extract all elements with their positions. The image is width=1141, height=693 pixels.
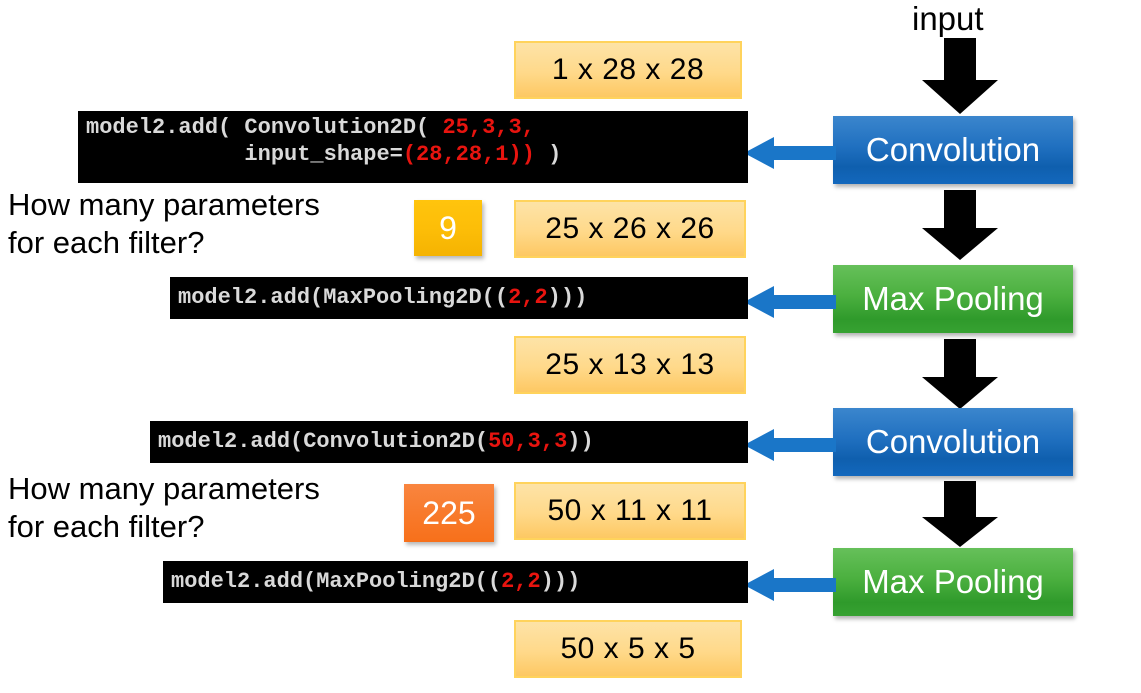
question-text-1: How many parameters for each filter? bbox=[8, 187, 320, 260]
flow-arrow-down-3 bbox=[922, 481, 998, 547]
code-block-convolution-1: model2.add( Convolution2D( 25,3,3, input… bbox=[78, 111, 748, 183]
callout-arrow-maxpooling-2 bbox=[744, 569, 836, 601]
code-text: model2.add(Convolution2D( bbox=[158, 428, 489, 454]
layer-label: Max Pooling bbox=[862, 563, 1044, 600]
input-label: input bbox=[912, 0, 984, 37]
layer-box-maxpooling-1[interactable]: Max Pooling bbox=[833, 265, 1073, 333]
code-text: ) bbox=[534, 141, 562, 167]
callout-arrow-maxpooling-1 bbox=[744, 286, 836, 318]
flow-arrow-down-1 bbox=[922, 190, 998, 260]
code-block-convolution-2: model2.add(Convolution2D(50,3,3)) bbox=[150, 421, 748, 463]
tensor-shape-label: 25 x 26 x 26 bbox=[545, 212, 715, 245]
callout-arrow-convolution-2 bbox=[744, 429, 836, 461]
code-text: input_shape= bbox=[86, 141, 403, 167]
layer-box-convolution-1[interactable]: Convolution bbox=[833, 116, 1073, 184]
code-number: 2,2 bbox=[508, 284, 548, 310]
code-block-maxpooling-2: model2.add(MaxPooling2D((2,2))) bbox=[163, 561, 748, 603]
tensor-shape-box-3: 25 x 13 x 13 bbox=[514, 336, 746, 394]
tensor-shape-box-1: 1 x 28 x 28 bbox=[514, 41, 742, 99]
code-number: 25,3,3, bbox=[442, 115, 535, 140]
tensor-shape-label: 50 x 5 x 5 bbox=[560, 632, 696, 665]
code-text: model2.add(MaxPooling2D(( bbox=[178, 284, 509, 310]
tensor-shape-box-2: 25 x 26 x 26 bbox=[514, 200, 746, 258]
answer-value: 9 bbox=[439, 209, 457, 246]
flow-arrow-down-input bbox=[922, 38, 998, 114]
code-block-maxpooling-1: model2.add(MaxPooling2D((2,2))) bbox=[170, 277, 748, 319]
code-text: )) bbox=[567, 428, 594, 454]
tensor-shape-label: 50 x 11 x 11 bbox=[547, 494, 713, 527]
diagram-canvas: input Convolution Max Pooling Convolutio… bbox=[0, 0, 1141, 693]
callout-arrow-convolution-1 bbox=[744, 137, 836, 169]
code-text: ))) bbox=[540, 568, 581, 594]
code-text: model2.add(MaxPooling2D(( bbox=[171, 568, 502, 594]
layer-label: Convolution bbox=[865, 423, 1041, 460]
layer-box-convolution-2[interactable]: Convolution bbox=[833, 408, 1073, 476]
code-number: 50,3,3 bbox=[488, 428, 568, 454]
code-text: ))) bbox=[547, 284, 588, 310]
code-number: 2,2 bbox=[501, 568, 541, 594]
tensor-shape-box-4: 50 x 11 x 11 bbox=[514, 482, 746, 540]
layer-label: Max Pooling bbox=[862, 280, 1044, 317]
answer-badge-1: 9 bbox=[414, 200, 482, 256]
answer-badge-2: 225 bbox=[404, 484, 494, 542]
question-text-2: How many parameters for each filter? bbox=[8, 471, 320, 544]
tensor-shape-label: 25 x 13 x 13 bbox=[545, 348, 715, 381]
tensor-shape-label: 1 x 28 x 28 bbox=[551, 53, 705, 86]
code-text: model2.add( Convolution2D( bbox=[86, 115, 443, 140]
answer-value: 225 bbox=[422, 494, 476, 531]
layer-box-maxpooling-2[interactable]: Max Pooling bbox=[833, 548, 1073, 616]
code-number: (28,28,1)) bbox=[402, 141, 535, 167]
tensor-shape-box-5: 50 x 5 x 5 bbox=[514, 620, 742, 678]
flow-arrow-down-2 bbox=[922, 339, 998, 409]
layer-label: Convolution bbox=[865, 131, 1041, 168]
